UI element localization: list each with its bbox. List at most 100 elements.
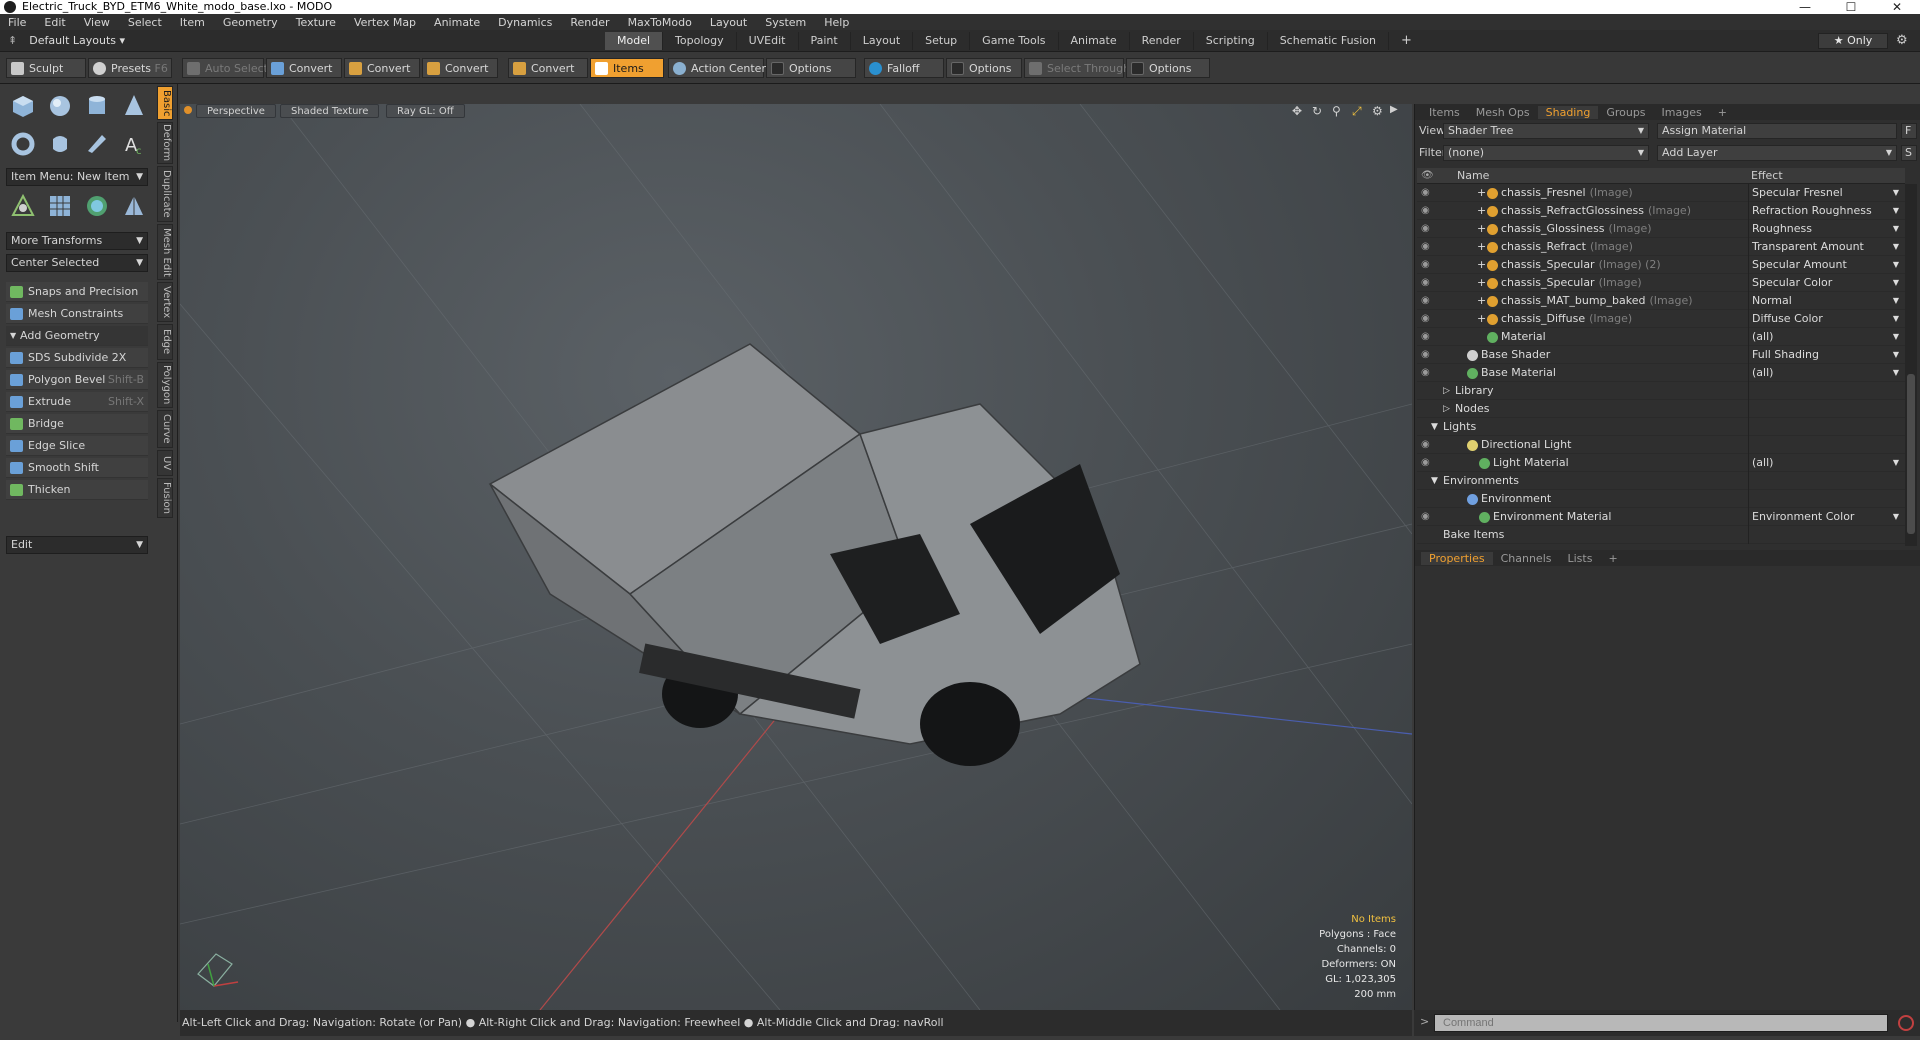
convert-button-3[interactable]: Convert (422, 58, 498, 78)
add-tab-button[interactable]: + (1389, 32, 1424, 50)
layout-selector[interactable]: ⇞ Default Layouts ▾ (8, 33, 125, 49)
visibility-eye-icon[interactable]: ◉ (1421, 188, 1433, 198)
table-row[interactable]: ◉ Base Shader Full Shading ▼ (1417, 346, 1905, 364)
viewport-gear-icon[interactable]: ⚙ (1372, 104, 1383, 118)
effect-cell[interactable]: (all) ▼ (1748, 328, 1903, 346)
menu-maxtomodo[interactable]: MaxToModo (628, 16, 692, 29)
command-input[interactable] (1434, 1014, 1888, 1032)
close-button[interactable]: ✕ (1874, 0, 1920, 14)
visibility-eye-icon[interactable]: ◉ (1421, 368, 1433, 378)
menu-select[interactable]: Select (128, 16, 162, 29)
item-menu-dropdown[interactable]: Item Menu: New Item ▼ (6, 168, 148, 186)
more-transforms-dropdown[interactable]: More Transforms ▼ (6, 232, 148, 250)
menu-edit[interactable]: Edit (44, 16, 65, 29)
expand-plus-icon[interactable]: + (1477, 310, 1486, 328)
visibility-eye-icon[interactable]: ◉ (1421, 224, 1433, 234)
record-icon[interactable] (1898, 1015, 1914, 1031)
table-row[interactable]: ◉ + chassis_Refract (Image) Transparent Amou… (1417, 238, 1905, 256)
visibility-eye-icon[interactable]: ◉ (1421, 314, 1433, 324)
raygl-button[interactable]: Ray GL: Off (386, 104, 465, 118)
expand-triangle-icon[interactable]: ▷ (1443, 382, 1450, 400)
menu-texture[interactable]: Texture (296, 16, 336, 29)
convert-button-2[interactable]: Convert (344, 58, 420, 78)
tab-images[interactable]: Images (1654, 106, 1710, 119)
menu-layout[interactable]: Layout (710, 16, 747, 29)
effect-cell[interactable]: (all) ▼ (1748, 364, 1903, 382)
tab-animate[interactable]: Animate (1059, 32, 1130, 50)
edit-dropdown[interactable]: Edit ▼ (6, 536, 148, 554)
menu-render[interactable]: Render (570, 16, 609, 29)
3d-viewport[interactable]: No Items Polygons : Face Channels: 0 Def… (180, 104, 1412, 1010)
tab-scripting[interactable]: Scripting (1194, 32, 1268, 50)
select-through-button[interactable]: Select Through (1024, 58, 1130, 78)
options-button-3[interactable]: Options (1126, 58, 1210, 78)
visibility-eye-icon[interactable]: ◉ (1421, 278, 1433, 288)
tool-polygon-bevel[interactable]: Polygon Bevel Shift-B (6, 370, 148, 390)
filter-select[interactable]: (none) ▼ (1443, 145, 1649, 161)
table-row[interactable]: ◉ Base Material (all) ▼ (1417, 364, 1905, 382)
sculpt-button[interactable]: Sculpt (6, 58, 86, 78)
perspective-button[interactable]: Perspective (196, 104, 276, 118)
cylinder-icon[interactable] (84, 93, 110, 119)
visibility-eye-icon[interactable]: ◉ (1421, 458, 1433, 468)
menu-file[interactable]: File (8, 16, 26, 29)
items-mode-button[interactable]: Items (590, 58, 664, 78)
capsule-icon[interactable] (47, 131, 73, 157)
expand-plus-icon[interactable]: + (1477, 292, 1486, 310)
options-button-1[interactable]: Options (766, 58, 856, 78)
table-row[interactable]: ◉ Directional Light (1417, 436, 1905, 454)
visibility-eye-icon[interactable]: ◉ (1421, 350, 1433, 360)
menu-animate[interactable]: Animate (434, 16, 480, 29)
tab-topology[interactable]: Topology (663, 32, 737, 50)
expand-triangle-icon[interactable]: ▼ (1431, 418, 1438, 436)
side-tab-duplicate[interactable]: Duplicate (157, 166, 173, 222)
effect-cell[interactable]: (all) ▼ (1748, 454, 1903, 472)
tab-setup[interactable]: Setup (913, 32, 971, 50)
expand-plus-icon[interactable]: + (1477, 238, 1486, 256)
expand-plus-icon[interactable]: + (1477, 202, 1486, 220)
table-row[interactable]: ◉ Light Material (all) ▼ (1417, 454, 1905, 472)
side-tab-mesh-edit[interactable]: Mesh Edit (157, 224, 173, 280)
table-row[interactable]: ◉ + chassis_Fresnel (Image) Specular Fresnel… (1417, 184, 1905, 202)
table-row[interactable]: ◉ + chassis_Glossiness (Image) Roughness ▼ (1417, 220, 1905, 238)
expand-triangle-icon[interactable]: ▼ (1431, 472, 1438, 490)
torus-icon[interactable] (10, 131, 36, 157)
options-button-2[interactable]: Options (946, 58, 1022, 78)
add-geometry-header[interactable]: ▼ Add Geometry (6, 326, 148, 346)
add-layer-dropdown[interactable]: Add Layer ▼ (1657, 145, 1897, 161)
visibility-eye-icon[interactable]: ◉ (1421, 206, 1433, 216)
add-properties-tab-button[interactable]: + (1600, 552, 1625, 565)
sphere-icon[interactable] (47, 93, 73, 119)
expand-plus-icon[interactable]: + (1477, 220, 1486, 238)
auto-select-button[interactable]: Auto Select (182, 58, 268, 78)
side-tab-edge[interactable]: Edge (157, 324, 173, 360)
tab-channels[interactable]: Channels (1493, 552, 1560, 565)
effect-cell[interactable]: Diffuse Color ▼ (1748, 310, 1903, 328)
gear-icon[interactable]: ⚙ (1896, 33, 1908, 48)
side-tab-deform[interactable]: Deform (157, 122, 173, 164)
tab-mesh-ops[interactable]: Mesh Ops (1468, 106, 1538, 119)
minimize-button[interactable]: — (1782, 0, 1828, 14)
convert-button-4[interactable]: Convert (508, 58, 588, 78)
side-tab-uv[interactable]: UV (157, 450, 173, 476)
tab-paint[interactable]: Paint (799, 32, 851, 50)
side-tab-curve[interactable]: Curve (157, 410, 173, 448)
assign-material-button[interactable]: Assign Material (1657, 123, 1897, 139)
visibility-eye-icon[interactable]: ◉ (1421, 242, 1433, 252)
visibility-eye-icon[interactable]: ◉ (1421, 440, 1433, 450)
visibility-eye-icon[interactable]: ◉ (1421, 332, 1433, 342)
maximize-button[interactable]: ☐ (1828, 0, 1874, 14)
menu-view[interactable]: View (84, 16, 110, 29)
tool-sds-subdivide-2x[interactable]: SDS Subdivide 2X (6, 348, 148, 368)
center-selected-dropdown[interactable]: Center Selected ▼ (6, 254, 148, 272)
effect-cell[interactable]: Specular Amount ▼ (1748, 256, 1903, 274)
tab-game-tools[interactable]: Game Tools (970, 32, 1059, 50)
table-row[interactable]: ▼ Environments (1417, 472, 1905, 490)
scrollbar-thumb[interactable] (1907, 374, 1915, 534)
viewport-expand-icon[interactable]: ▶ (1390, 104, 1398, 115)
tab-schematic-fusion[interactable]: Schematic Fusion (1268, 32, 1390, 50)
tab-items[interactable]: Items (1421, 106, 1468, 119)
table-row[interactable]: ▷ Library (1417, 382, 1905, 400)
visibility-eye-icon[interactable]: ◉ (1421, 260, 1433, 270)
mesh-constraints-button[interactable]: Mesh Constraints (6, 304, 148, 324)
